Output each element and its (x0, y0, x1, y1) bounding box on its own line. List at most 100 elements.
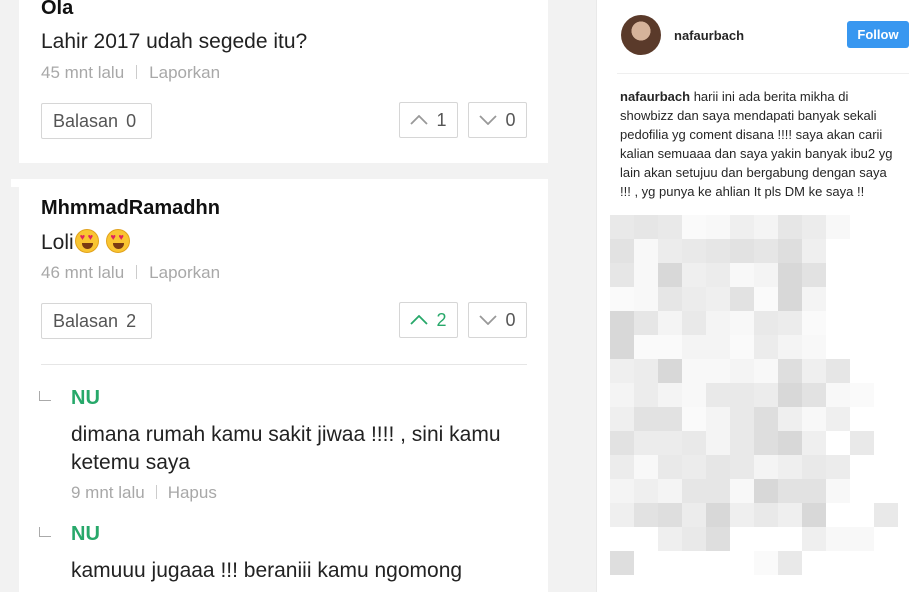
mosaic-tile (610, 407, 634, 431)
mosaic-tile (826, 383, 850, 407)
mosaic-tile (730, 431, 754, 455)
comment-card: Ola Lahir 2017 udah segede itu? 45 mnt l… (19, 0, 548, 163)
mosaic-tile (778, 407, 802, 431)
mosaic-tile (754, 311, 778, 335)
reply-count-button[interactable]: Balasan 0 (41, 103, 152, 139)
mosaic-tile (682, 215, 706, 239)
mosaic-tile (610, 383, 634, 407)
reply-username[interactable]: NU (71, 523, 100, 546)
mosaic-tile (730, 215, 754, 239)
mosaic-tile (778, 479, 802, 503)
mosaic-tile (730, 335, 754, 359)
chevron-up-icon (410, 115, 429, 125)
mosaic-tile (610, 215, 634, 239)
mosaic-tile (706, 263, 730, 287)
mosaic-tile (610, 311, 634, 335)
comment-username[interactable]: Ola (41, 0, 73, 20)
avatar[interactable] (621, 15, 661, 55)
upvote-button[interactable]: 1 (399, 102, 458, 138)
mosaic-tile (634, 503, 658, 527)
comments-panel: Ola Lahir 2017 udah segede itu? 45 mnt l… (0, 0, 580, 592)
mosaic-tile (682, 455, 706, 479)
mosaic-tile (610, 479, 634, 503)
mosaic-tile (730, 311, 754, 335)
mosaic-tile (754, 455, 778, 479)
mosaic-tile (778, 383, 802, 407)
post-caption: nafaurbach harii ini ada berita mikha di… (620, 87, 898, 201)
mosaic-tile (754, 431, 778, 455)
mosaic-tile (634, 479, 658, 503)
report-link[interactable]: Laporkan (149, 263, 220, 282)
mosaic-tile (658, 359, 682, 383)
mosaic-tile (826, 527, 850, 551)
mosaic-tile (802, 383, 826, 407)
mosaic-tile (778, 287, 802, 311)
mosaic-tile (634, 335, 658, 359)
mosaic-tile (634, 215, 658, 239)
mosaic-tile (778, 311, 802, 335)
reply-text: kamuuu jugaaa !!! beraniii kamu ngomong (71, 559, 463, 582)
mosaic-tile (634, 239, 658, 263)
mosaic-tile (754, 263, 778, 287)
report-link[interactable]: Laporkan (149, 63, 220, 82)
mosaic-tile (682, 311, 706, 335)
mosaic-tile (754, 335, 778, 359)
reply-label: Balasan (53, 110, 119, 131)
mosaic-tile (730, 455, 754, 479)
comment-username[interactable]: MhmmadRamadhn (41, 197, 220, 220)
comment-meta: 45 mnt lalu Laporkan (41, 63, 220, 83)
mosaic-tile (706, 503, 730, 527)
mosaic-tile (706, 383, 730, 407)
mosaic-tile (826, 359, 850, 383)
mosaic-tile (778, 215, 802, 239)
mosaic-tile (682, 239, 706, 263)
mosaic-tile (730, 359, 754, 383)
downvote-button[interactable]: 0 (468, 302, 527, 338)
mosaic-tile (754, 503, 778, 527)
mosaic-tile (658, 263, 682, 287)
comment-text-line: Loli (41, 229, 130, 255)
downvote-count: 0 (505, 109, 516, 130)
mosaic-tile (802, 287, 826, 311)
follow-button[interactable]: Follow (847, 21, 909, 48)
mosaic-tile (610, 431, 634, 455)
mosaic-tile (706, 479, 730, 503)
comment-time: 45 mnt lalu (41, 63, 125, 82)
caption-username[interactable]: nafaurbach (620, 89, 690, 104)
mosaic-tile (634, 311, 658, 335)
mosaic-tile (610, 359, 634, 383)
downvote-button[interactable]: 0 (468, 102, 527, 138)
mosaic-tile (778, 239, 802, 263)
meta-separator (155, 485, 157, 499)
reply-username[interactable]: NU (71, 387, 100, 410)
chevron-up-icon (410, 315, 429, 325)
mosaic-tile (610, 239, 634, 263)
mosaic-tile (730, 479, 754, 503)
mosaic-tile (682, 527, 706, 551)
mosaic-tile (682, 383, 706, 407)
mosaic-tile (850, 383, 874, 407)
downvote-count: 0 (505, 309, 516, 330)
mosaic-tile (658, 503, 682, 527)
mosaic-tile (658, 383, 682, 407)
mosaic-tile (802, 407, 826, 431)
mosaic-tile (826, 479, 850, 503)
mosaic-tile (778, 335, 802, 359)
mosaic-tile (610, 551, 634, 575)
delete-link[interactable]: Hapus (168, 483, 217, 502)
mosaic-tile (826, 407, 850, 431)
mosaic-tile (850, 527, 874, 551)
post-username[interactable]: nafaurbach (674, 28, 744, 43)
mosaic-tile (706, 311, 730, 335)
reply-count: 2 (126, 310, 137, 331)
mosaic-tile (730, 239, 754, 263)
mosaic-tile (802, 503, 826, 527)
mosaic-tile (610, 503, 634, 527)
reply-count-button[interactable]: Balasan 2 (41, 303, 152, 339)
heart-eyes-emoji-icon (105, 229, 130, 253)
mosaic-tile (754, 239, 778, 263)
upvote-count: 1 (436, 109, 447, 130)
mosaic-tile (634, 263, 658, 287)
upvote-button[interactable]: 2 (399, 302, 458, 338)
reply-arrow-icon (39, 391, 51, 401)
